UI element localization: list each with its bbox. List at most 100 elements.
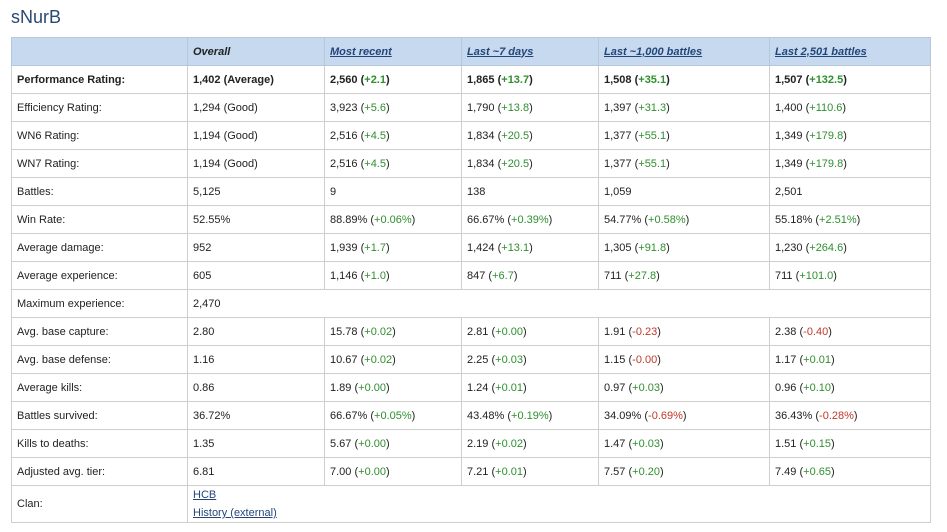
header-last-7-days[interactable]: Last ~7 days <box>461 37 599 66</box>
stat-cell: 7.00 (+0.00) <box>324 457 462 486</box>
stat-delta: +0.19% <box>511 409 549 422</box>
row-label: Maximum experience: <box>11 289 188 318</box>
row-label: WN7 Rating: <box>11 149 188 178</box>
stat-cell: 1.47 (+0.03) <box>598 429 770 458</box>
stat-cell: 2,501 <box>769 177 931 206</box>
header-most-recent[interactable]: Most recent <box>324 37 462 66</box>
table-row: Adjusted avg. tier: 6.81 7.00 (+0.00) 7.21 … <box>11 457 931 486</box>
row-label: Average damage: <box>11 233 188 262</box>
table-row: WN7 Rating: 1,194 (Good) 2,516 (+4.5) 1,834… <box>11 149 931 178</box>
stat-cell: 10.67 (+0.02) <box>324 345 462 374</box>
table-row: WN6 Rating: 1,194 (Good) 2,516 (+4.5) 1,834… <box>11 121 931 150</box>
table-row: Avg. base defense: 1.16 10.67 (+0.02) 2.25 … <box>11 345 931 374</box>
table-row: Maximum experience: 2,470 <box>11 289 931 318</box>
stat-delta: +2.1 <box>364 73 386 86</box>
stat-value: 2,560 <box>330 73 358 86</box>
stat-cell: 36.43% (-0.28%) <box>769 401 931 430</box>
table-row: Average experience: 605 1,146 (+1.0) 847 (+… <box>11 261 931 290</box>
stat-cell: 1,400 (+110.6) <box>769 93 931 122</box>
stat-delta: +1.0 <box>364 269 386 282</box>
stat-delta: +0.39% <box>511 213 549 226</box>
stat-value: 34.09% <box>604 409 642 422</box>
stat-delta: +35.1 <box>638 73 667 86</box>
stat-cell: 2,560 (+2.1) <box>324 65 462 94</box>
stat-value: 1,400 <box>775 101 803 114</box>
stat-cell: 2.38 (-0.40) <box>769 317 931 346</box>
stat-cell: 1,377 (+55.1) <box>598 121 770 150</box>
stat-cell: 1.17 (+0.01) <box>769 345 931 374</box>
most-recent-link[interactable]: Most recent <box>330 46 392 58</box>
stat-value: 1,294 (Good) <box>193 101 258 114</box>
row-label: Kills to deaths: <box>11 429 188 458</box>
stat-value: 1.47 <box>604 437 626 450</box>
header-overall: Overall <box>187 37 325 66</box>
stat-value: 54.77% <box>604 213 642 226</box>
stat-cell: 0.97 (+0.03) <box>598 373 770 402</box>
stat-cell: 1,349 (+179.8) <box>769 121 931 150</box>
stat-delta: +6.7 <box>492 269 514 282</box>
stat-cell: 1,059 <box>598 177 770 206</box>
stat-value: 2,470 <box>193 297 221 310</box>
stat-delta: +0.65 <box>803 465 831 478</box>
stat-value: 66.67% <box>330 409 368 422</box>
header-last-1000[interactable]: Last ~1,000 battles <box>598 37 770 66</box>
stat-cell: 1,146 (+1.0) <box>324 261 462 290</box>
stat-cell: 1,402 (Average) <box>187 65 325 94</box>
row-label: Average experience: <box>11 261 188 290</box>
stat-delta: +0.01 <box>495 381 523 394</box>
row-label: Battles survived: <box>11 401 188 430</box>
table-row: Win Rate: 52.55% 88.89% (+0.06%) 66.67% (+0… <box>11 205 931 234</box>
clan-history-link[interactable]: History (external) <box>193 504 925 522</box>
clan-label: Clan: <box>11 485 188 523</box>
stat-delta: +4.5 <box>364 129 386 142</box>
stat-value: 1,377 <box>604 157 632 170</box>
table-row: Battles survived: 36.72% 66.67% (+0.05%) 43… <box>11 401 931 430</box>
stat-value: 88.89% <box>330 213 368 226</box>
stat-value: 1,402 (Average) <box>193 73 274 86</box>
stat-cell: 5,125 <box>187 177 325 206</box>
stat-value: 0.97 <box>604 381 626 394</box>
stat-value: 7.00 <box>330 465 352 478</box>
stat-delta: +27.8 <box>628 269 657 282</box>
stat-cell: 0.86 <box>187 373 325 402</box>
stat-value: 1,508 <box>604 73 632 86</box>
header-last-2501[interactable]: Last 2,501 battles <box>769 37 931 66</box>
table-row: Battles: 5,125 9 138 1,059 2,501 <box>11 177 931 206</box>
stat-value: 5,125 <box>193 185 221 198</box>
stat-value: 1.24 <box>467 381 489 394</box>
stat-value: 7.21 <box>467 465 489 478</box>
header-row: Overall Most recent Last ~7 days Last ~1… <box>11 37 931 66</box>
stat-value: 2.19 <box>467 437 489 450</box>
last-2501-battles-link[interactable]: Last 2,501 battles <box>775 46 867 58</box>
stat-cell: 1,834 (+20.5) <box>461 121 599 150</box>
stat-cell: 66.67% (+0.39%) <box>461 205 599 234</box>
stat-value: 2,501 <box>775 185 803 198</box>
stats-table: Overall Most recent Last ~7 days Last ~1… <box>11 37 931 523</box>
stat-delta: +20.5 <box>501 157 530 170</box>
stat-cell: 54.77% (+0.58%) <box>598 205 770 234</box>
stat-cell: 66.67% (+0.05%) <box>324 401 462 430</box>
stat-delta: +0.03 <box>632 381 660 394</box>
header-corner <box>11 37 188 66</box>
clan-link[interactable]: HCB <box>193 487 925 505</box>
last-1000-battles-link[interactable]: Last ~1,000 battles <box>604 46 702 58</box>
stat-delta: -0.00 <box>632 353 658 366</box>
stat-delta: +0.20 <box>632 465 660 478</box>
stat-value: 1,424 <box>467 241 495 254</box>
row-label: Average kills: <box>11 373 188 402</box>
stat-value: 36.72% <box>193 409 231 422</box>
stat-delta: +101.0 <box>799 269 834 282</box>
stat-delta: +0.58% <box>648 213 686 226</box>
stat-delta: -0.69% <box>648 409 683 422</box>
stat-cell: 1,349 (+179.8) <box>769 149 931 178</box>
stat-value: 0.96 <box>775 381 797 394</box>
row-label: Avg. base capture: <box>11 317 188 346</box>
stat-value: 2,516 <box>330 129 358 142</box>
last-7-days-link[interactable]: Last ~7 days <box>467 46 533 58</box>
row-label: Avg. base defense: <box>11 345 188 374</box>
stat-value: 1.51 <box>775 437 797 450</box>
row-label: Performance Rating: <box>11 65 188 94</box>
stat-delta: +0.06% <box>374 213 412 226</box>
stat-value: 3,923 <box>330 101 358 114</box>
stat-cell: 605 <box>187 261 325 290</box>
